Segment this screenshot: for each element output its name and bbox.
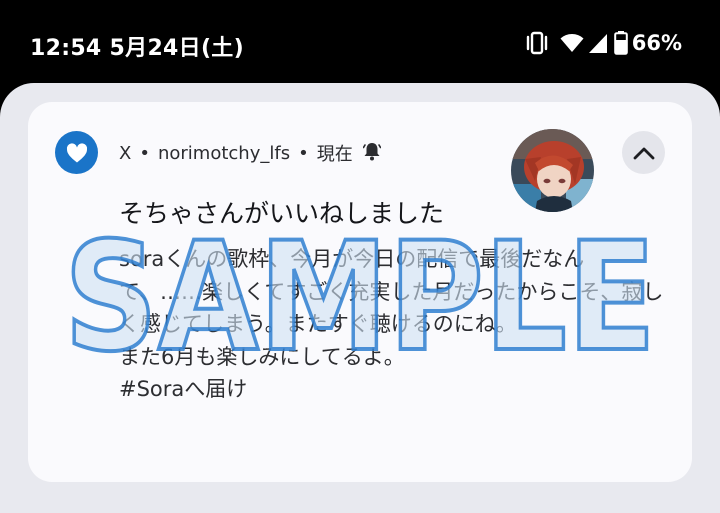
battery-icon	[613, 31, 628, 55]
account-name: norimotchy_lfs	[157, 142, 291, 164]
status-clock: 12:54 5月24日(土)	[30, 30, 244, 62]
bell-icon	[362, 141, 382, 166]
vibrate-icon	[524, 31, 550, 55]
app-name: X	[119, 142, 132, 164]
status-bar: 12:54 5月24日(土) 66%	[0, 0, 720, 86]
battery-percent: 66%	[631, 31, 682, 55]
notification-body: soraくんの歌枠、今月が今日の配信で最後だなんて、……楽しくてすごく充実した月…	[119, 247, 664, 401]
collapse-button[interactable]	[622, 131, 665, 174]
notification-header: X • norimotchy_lfs • 現在	[119, 140, 382, 166]
separator: •	[139, 142, 150, 164]
avatar	[511, 129, 594, 212]
cell-signal-icon	[588, 32, 608, 54]
separator: •	[298, 142, 309, 164]
heart-icon	[66, 142, 87, 162]
wifi-icon	[560, 32, 584, 54]
status-date: 5月24日(土)	[109, 36, 244, 61]
status-icons: 66%	[524, 30, 682, 56]
notification-title: そちゃさんがいいねしました	[119, 199, 445, 228]
app-icon	[55, 131, 98, 174]
notification-time: 現在	[316, 144, 353, 165]
status-time: 12:54	[30, 36, 102, 61]
chevron-up-icon	[633, 147, 654, 159]
